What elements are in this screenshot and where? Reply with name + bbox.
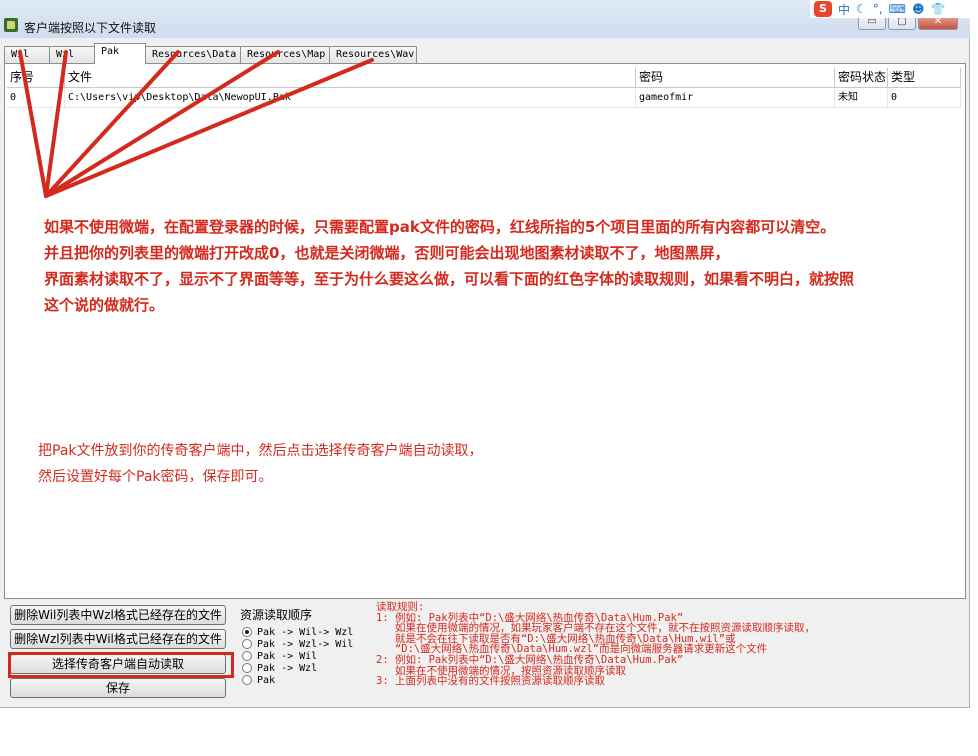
delete-wil-duplicates-button[interactable]: 删除Wil列表中Wzl格式已经存在的文件 bbox=[10, 605, 226, 625]
delete-wzl-duplicates-button[interactable]: 删除Wzl列表中Wil格式已经存在的文件 bbox=[10, 629, 226, 649]
header-password-status[interactable]: 密码状态 bbox=[835, 68, 888, 88]
tab-resources-map[interactable]: Resources\Map bbox=[240, 46, 330, 64]
radio-icon[interactable] bbox=[242, 639, 252, 649]
rule-line: 读取规则: bbox=[376, 601, 425, 613]
table-header: 序号 文件 密码 密码状态 类型 bbox=[7, 68, 961, 88]
cell-password[interactable]: gameofmir bbox=[636, 88, 835, 108]
cell-index: 0 bbox=[7, 88, 65, 108]
tab-resources-wav[interactable]: Resources\Wav bbox=[329, 46, 417, 64]
annotation-main: 如果不使用微端，在配置登录器的时候，只需要配置pak文件的密码，红线所指的5个项… bbox=[44, 214, 854, 318]
annotation-line: 然后设置好每个Pak密码，保存即可。 bbox=[38, 469, 273, 485]
resource-order-group: 资源读取顺序 Pak -> Wil-> Wzl Pak -> Wzl-> Wil… bbox=[236, 606, 370, 698]
highlight-box bbox=[8, 652, 234, 678]
pak-file-table: 序号 文件 密码 密码状态 类型 0 C:\Users\vip\Desktop\… bbox=[7, 68, 961, 108]
order-option[interactable]: Pak -> Wzl bbox=[242, 662, 370, 674]
window-title: 客户端按照以下文件读取 bbox=[24, 21, 157, 35]
radio-icon[interactable] bbox=[242, 651, 252, 661]
system-tray: S 中 ☾ °, ⌨ ☻ 👕 bbox=[810, 0, 978, 18]
bottom-controls: 删除Wil列表中Wzl格式已经存在的文件 删除Wzl列表中Wil格式已经存在的文… bbox=[4, 600, 966, 704]
header-file[interactable]: 文件 bbox=[65, 68, 636, 88]
save-button[interactable]: 保存 bbox=[10, 678, 226, 698]
tab-wil[interactable]: Wil bbox=[4, 46, 50, 64]
rule-line: 2: 例如: Pak列表中“D:\盛大网络\热血传奇\Data\Hum.Pak” bbox=[376, 653, 684, 666]
order-option[interactable]: Pak -> Wil-> Wzl bbox=[242, 626, 370, 638]
cell-file: C:\Users\vip\Desktop\Data\NewopUI.Pak bbox=[65, 88, 636, 108]
pak-panel: 序号 文件 密码 密码状态 类型 0 C:\Users\vip\Desktop\… bbox=[4, 63, 966, 599]
header-password[interactable]: 密码 bbox=[636, 68, 835, 88]
main-window: 客户端按照以下文件读取 ▭ ▢ ✕ Wil Wzl Pak Resources\… bbox=[0, 0, 970, 708]
annotation-line: 并且把你的列表里的微端打开改成0，也就是关闭微端，否则可能会出现地图素材读取不了… bbox=[44, 244, 730, 262]
tab-strip: Wil Wzl Pak Resources\Data Resources\Map… bbox=[4, 43, 417, 64]
user-icon[interactable]: ☻ bbox=[912, 2, 925, 16]
annotation-line: 如果不使用微端，在配置登录器的时候，只需要配置pak文件的密码，红线所指的5个项… bbox=[44, 218, 836, 236]
chinese-mode-icon[interactable]: 中 bbox=[838, 1, 850, 18]
annotation-line: 界面素材读取不了，显示不了界面等等，至于为什么要这么做，可以看下面的红色字体的读… bbox=[44, 270, 855, 288]
header-type[interactable]: 类型 bbox=[888, 68, 961, 88]
table-row[interactable]: 0 C:\Users\vip\Desktop\Data\NewopUI.Pak … bbox=[7, 88, 961, 108]
sogou-ime-icon[interactable]: S bbox=[814, 1, 832, 17]
annotation-line: 这个说的做就行。 bbox=[44, 296, 165, 314]
order-option[interactable]: Pak bbox=[242, 674, 370, 686]
header-index[interactable]: 序号 bbox=[7, 68, 65, 88]
keyboard-icon[interactable]: ⌨ bbox=[889, 2, 906, 16]
resource-order-title: 资源读取顺序 bbox=[240, 608, 313, 622]
skin-icon[interactable]: 👕 bbox=[930, 2, 945, 16]
app-icon bbox=[4, 18, 18, 32]
rule-line: 3: 上面列表中没有的文件按照资源读取顺序读取 bbox=[376, 675, 605, 688]
tab-resources-data[interactable]: Resources\Data bbox=[145, 46, 241, 64]
moon-icon[interactable]: ☾ bbox=[856, 2, 867, 16]
punctuation-icon[interactable]: °, bbox=[873, 2, 883, 16]
cell-type: 0 bbox=[888, 88, 961, 108]
radio-icon[interactable] bbox=[242, 675, 252, 685]
tab-pak[interactable]: Pak bbox=[94, 43, 146, 64]
order-option[interactable]: Pak -> Wil bbox=[242, 650, 370, 662]
cell-password-status: 未知 bbox=[835, 88, 888, 108]
annotation-secondary: 把Pak文件放到你的传奇客户端中，然后点击选择传奇客户端自动读取， 然后设置好每… bbox=[38, 438, 483, 490]
annotation-line: 把Pak文件放到你的传奇客户端中，然后点击选择传奇客户端自动读取， bbox=[38, 443, 483, 459]
radio-icon[interactable] bbox=[242, 663, 252, 673]
read-rules-text: 读取规则: 1: 例如: Pak列表中“D:\盛大网络\热血传奇\Data\Hu… bbox=[376, 602, 896, 687]
order-option[interactable]: Pak -> Wzl-> Wil bbox=[242, 638, 370, 650]
radio-selected-icon[interactable] bbox=[242, 627, 252, 637]
tab-wzl[interactable]: Wzl bbox=[49, 46, 95, 64]
